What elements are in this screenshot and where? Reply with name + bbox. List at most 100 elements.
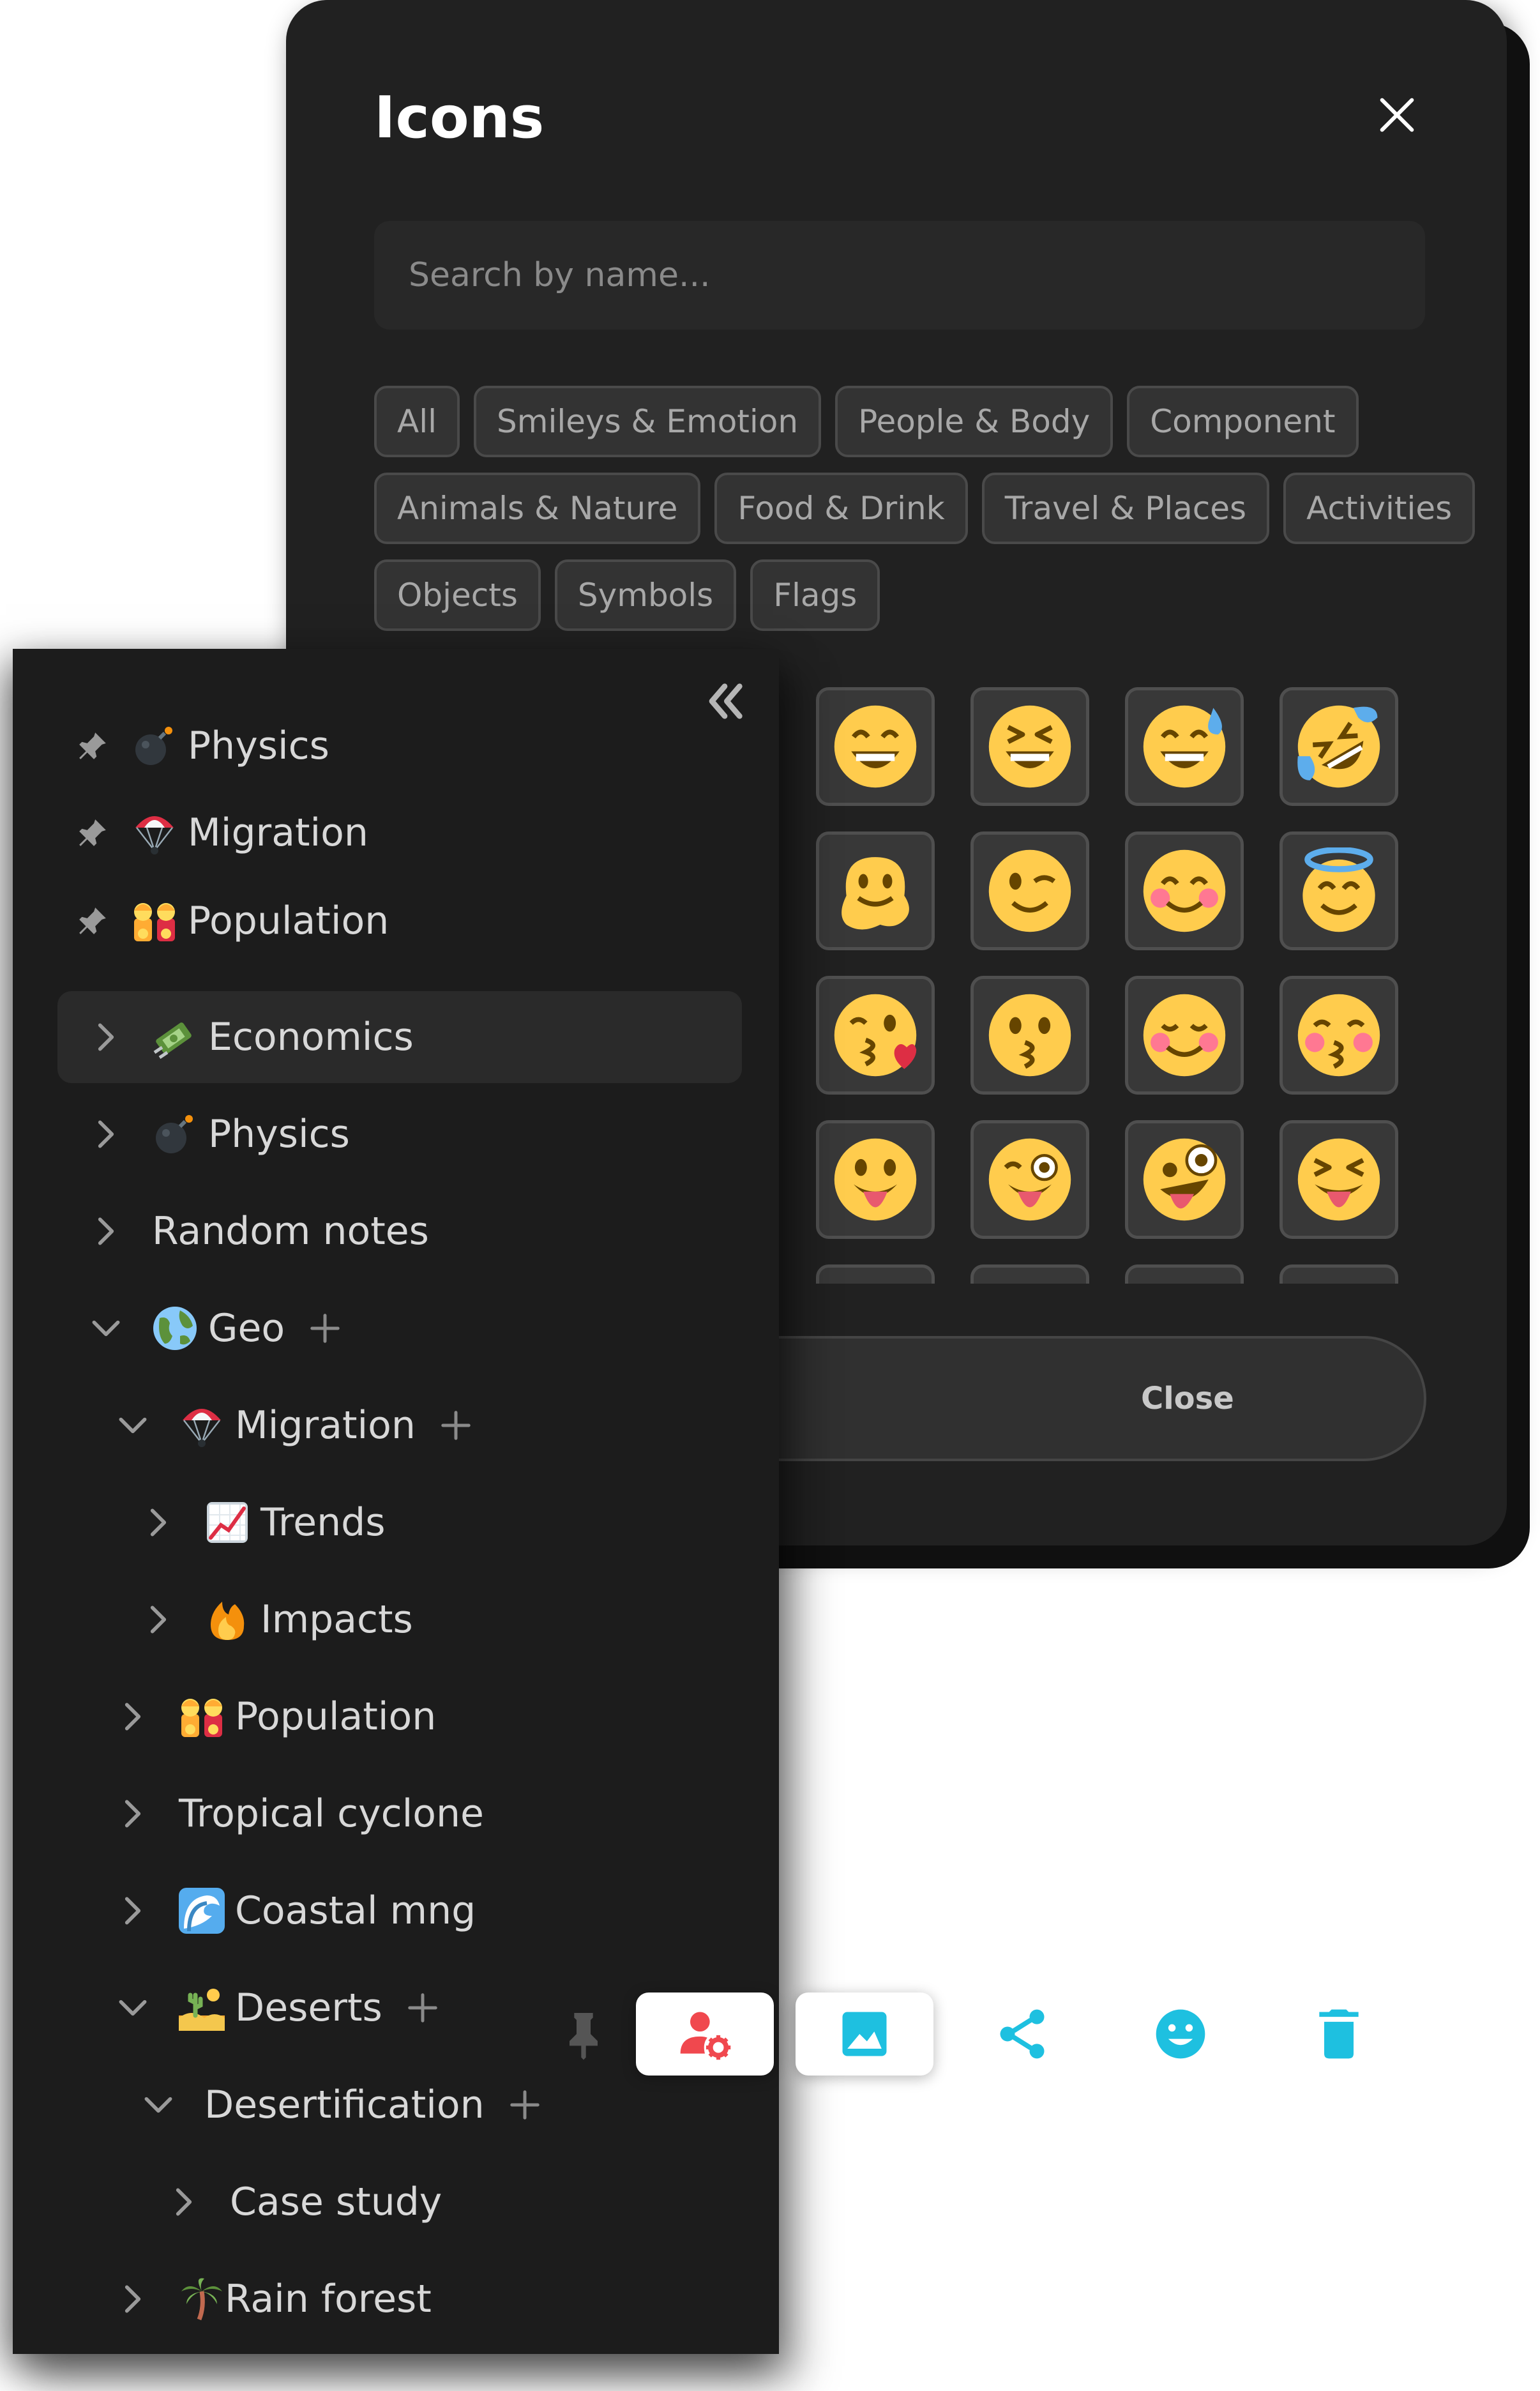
tree-item-random-notes[interactable]: Random notes xyxy=(88,1193,429,1270)
chevron-right-icon[interactable] xyxy=(140,1505,176,1540)
tree-item-economics[interactable]: Economics xyxy=(88,999,414,1075)
tree-item-coastal-mng[interactable]: Coastal mng xyxy=(115,1872,476,1949)
family-icon xyxy=(179,1694,225,1740)
tree-item-label: Coastal mng xyxy=(235,1888,476,1933)
category-chip-objects[interactable]: Objects xyxy=(374,559,541,631)
tree-item-label: Geo xyxy=(208,1306,285,1351)
category-chip-travel-places[interactable]: Travel & Places xyxy=(981,473,1270,544)
bomb-icon xyxy=(152,1111,198,1157)
tree-item-case-study[interactable]: Case study xyxy=(166,2164,442,2240)
add-child-icon[interactable] xyxy=(308,1311,342,1346)
smiling-face-icon[interactable] xyxy=(1125,976,1244,1095)
tree-item-trends[interactable]: Trends xyxy=(140,1484,385,1561)
category-chip-smileys-emotion[interactable]: Smileys & Emotion xyxy=(474,386,822,457)
kissing-face-icon[interactable] xyxy=(970,976,1089,1095)
image-icon[interactable] xyxy=(796,1992,933,2076)
zany-face-icon[interactable] xyxy=(1125,1120,1244,1239)
chart-increasing-icon xyxy=(204,1499,250,1545)
bomb-icon xyxy=(132,723,177,769)
emoji-grid xyxy=(816,687,1429,1284)
kissing-face-with-closed-eyes-icon[interactable] xyxy=(1280,976,1398,1095)
tree-item-label: Deserts xyxy=(235,1985,382,2030)
category-chip-symbols[interactable]: Symbols xyxy=(554,559,737,631)
add-child-icon[interactable] xyxy=(405,1991,440,2025)
collapse-sidebar-icon[interactable] xyxy=(699,676,750,727)
pinned-item-population[interactable]: Population xyxy=(77,883,389,959)
grinning-face-with-sweat-icon[interactable] xyxy=(1125,687,1244,806)
close-button-label: Close xyxy=(1141,1381,1234,1416)
family-icon xyxy=(132,898,177,944)
chevron-right-icon[interactable] xyxy=(166,2184,202,2220)
delete-icon[interactable] xyxy=(1304,1999,1374,2069)
water-wave-icon xyxy=(179,1888,225,1934)
emoji-cell-partial[interactable] xyxy=(816,1264,935,1284)
search-input[interactable] xyxy=(374,221,1425,330)
tree-item-tropical-cyclone[interactable]: Tropical cyclone xyxy=(115,1775,484,1852)
category-chip-food-drink[interactable]: Food & Drink xyxy=(714,473,968,544)
tree-item-migration[interactable]: Migration xyxy=(115,1387,473,1464)
grinning-squinting-face-icon[interactable] xyxy=(970,687,1089,806)
tree-item-label: Population xyxy=(235,1694,437,1739)
sidebar: Physics Migration Population Economics P… xyxy=(13,649,779,2354)
emoji-icon[interactable] xyxy=(1145,1999,1216,2069)
tree-item-impacts[interactable]: Impacts xyxy=(140,1581,413,1658)
pin-icon[interactable] xyxy=(555,1999,612,2069)
emoji-cell-partial[interactable] xyxy=(970,1264,1089,1284)
fire-icon xyxy=(204,1597,250,1643)
chevron-down-icon[interactable] xyxy=(115,1990,151,2026)
pinned-item-physics[interactable]: Physics xyxy=(77,708,329,784)
tree-item-label: Economics xyxy=(208,1015,414,1059)
tree-item-geo[interactable]: Geo xyxy=(88,1290,342,1367)
pinned-item-label: Migration xyxy=(188,810,368,855)
pinned-item-migration[interactable]: Migration xyxy=(77,794,368,871)
chevron-right-icon[interactable] xyxy=(115,2281,151,2317)
category-chip-flags[interactable]: Flags xyxy=(750,559,880,631)
squinting-face-with-tongue-icon[interactable] xyxy=(1280,1120,1398,1239)
chevron-right-icon[interactable] xyxy=(115,1699,151,1734)
chevron-right-icon[interactable] xyxy=(140,1602,176,1637)
chevron-down-icon[interactable] xyxy=(140,2087,176,2123)
tree-item-physics[interactable]: Physics xyxy=(88,1096,350,1173)
tree-item-deserts[interactable]: Deserts xyxy=(115,1970,440,2046)
user-settings-icon[interactable] xyxy=(636,1992,774,2076)
tree-item-label: Case study xyxy=(230,2180,442,2224)
smiling-face-with-smiling-eyes-icon[interactable] xyxy=(1125,831,1244,950)
category-filter: All Smileys & Emotion People & Body Comp… xyxy=(374,386,1476,646)
tree-item-population[interactable]: Population xyxy=(115,1678,436,1755)
category-chip-people-body[interactable]: People & Body xyxy=(835,386,1113,457)
add-child-icon[interactable] xyxy=(508,2088,542,2122)
chevron-down-icon[interactable] xyxy=(115,1408,151,1443)
melting-face-icon[interactable] xyxy=(816,831,935,950)
face-with-tongue-icon[interactable] xyxy=(816,1120,935,1239)
grinning-face-with-smiling-eyes-icon[interactable] xyxy=(816,687,935,806)
desert-icon xyxy=(179,1985,225,2031)
tree-item-desertification[interactable]: Desertification xyxy=(140,2067,542,2143)
chevron-right-icon[interactable] xyxy=(115,1796,151,1832)
emoji-cell-partial[interactable] xyxy=(1125,1264,1244,1284)
face-blowing-a-kiss-icon[interactable] xyxy=(816,976,935,1095)
tree-item-label: Tropical cyclone xyxy=(179,1791,484,1836)
chevron-right-icon[interactable] xyxy=(88,1116,124,1152)
pinned-item-label: Population xyxy=(188,899,389,943)
category-chip-activities[interactable]: Activities xyxy=(1283,473,1476,544)
chevron-right-icon[interactable] xyxy=(115,1893,151,1929)
chevron-right-icon[interactable] xyxy=(88,1213,124,1249)
tree-item-rain-forest[interactable]: Rain forest xyxy=(115,2261,432,2337)
category-chip-all[interactable]: All xyxy=(374,386,460,457)
chevron-down-icon[interactable] xyxy=(88,1310,124,1346)
pin-icon xyxy=(77,730,109,762)
close-icon[interactable] xyxy=(1371,89,1423,140)
tree-item-label: Trends xyxy=(260,1500,386,1545)
share-icon[interactable] xyxy=(987,1999,1057,2069)
add-child-icon[interactable] xyxy=(439,1408,473,1443)
category-chip-animals-nature[interactable]: Animals & Nature xyxy=(374,473,701,544)
chevron-right-icon[interactable] xyxy=(88,1019,124,1055)
winking-face-with-tongue-icon[interactable] xyxy=(970,1120,1089,1239)
rolling-on-the-floor-laughing-icon[interactable] xyxy=(1280,687,1398,806)
emoji-cell-partial[interactable] xyxy=(1280,1264,1398,1284)
pin-icon xyxy=(77,817,109,849)
smiling-face-with-halo-icon[interactable] xyxy=(1280,831,1398,950)
category-chip-component[interactable]: Component xyxy=(1127,386,1359,457)
winking-face-icon[interactable] xyxy=(970,831,1089,950)
globe-icon xyxy=(152,1305,198,1351)
